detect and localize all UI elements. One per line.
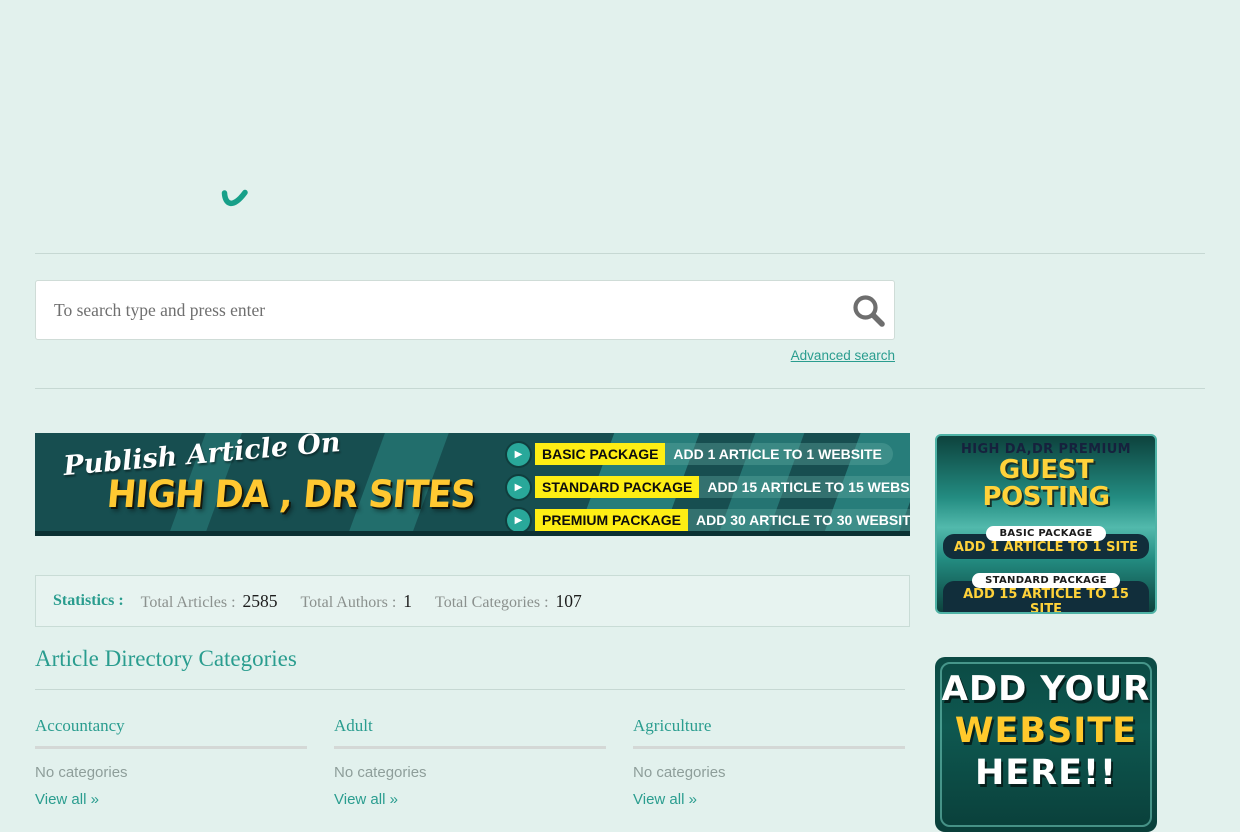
stat-value: 2585: [243, 591, 278, 611]
statistics-heading: Statistics :: [53, 592, 124, 610]
play-bullet-icon: ▶: [507, 443, 530, 466]
ad-package-group: BASIC PACKAGE ADD 1 ARTICLE TO 1 SITE: [937, 521, 1155, 559]
package-desc: ADD 1 ARTICLE TO 1 WEBSITE: [665, 443, 892, 465]
stat-value: 1: [403, 591, 412, 611]
category-empty-text: No categories: [633, 764, 905, 781]
magnifier-icon: [851, 317, 887, 332]
category-empty-text: No categories: [334, 764, 606, 781]
ad-package-group: STANDARD PACKAGE ADD 15 ARTICLE TO 15 SI…: [937, 568, 1155, 614]
ad-text-line: ADD YOUR: [935, 657, 1157, 710]
logo-swoosh-icon: [221, 188, 248, 219]
category-link[interactable]: Adult: [334, 716, 606, 736]
category-link[interactable]: Accountancy: [35, 716, 307, 736]
ad-package-tag: BASIC PACKAGE: [986, 526, 1105, 541]
statistics-bar: Statistics : Total Articles : 2585 Total …: [35, 575, 910, 627]
categories-section-title: Article Directory Categories: [35, 646, 297, 672]
category-column-agriculture: Agriculture No categories View all »: [633, 716, 905, 808]
guest-posting-sidebar-ad[interactable]: HIGH DA,DR PREMIUM GUEST POSTING BASIC P…: [935, 434, 1157, 614]
package-tag: PREMIUM PACKAGE: [535, 509, 688, 531]
banner-package-row: ▶ BASIC PACKAGE ADD 1 ARTICLE TO 1 WEBSI…: [507, 442, 910, 466]
stat-label: Total Categories :: [435, 594, 549, 611]
banner-package-row: ▶ STANDARD PACKAGE ADD 15 ARTICLE TO 15 …: [507, 475, 910, 499]
categories-divider: [35, 689, 905, 690]
stat-label: Total Articles :: [141, 594, 236, 611]
advanced-search-row: Advanced search: [35, 347, 895, 365]
stat-total-articles: Total Articles : 2585: [141, 591, 278, 612]
ad-headline-large: GUEST POSTING: [937, 457, 1155, 512]
category-underline: [633, 746, 905, 749]
search-bar: [35, 280, 895, 340]
page: { "colors": { "background": "#e2f1ed", "…: [0, 0, 1240, 800]
banner-title: HIGH DA , DR SITES: [105, 473, 477, 516]
banner-package-list: ▶ BASIC PACKAGE ADD 1 ARTICLE TO 1 WEBSI…: [507, 442, 910, 532]
search-input[interactable]: [36, 281, 894, 339]
publish-article-banner-ad[interactable]: Publish Article On HIGH DA , DR SITES ▶ …: [35, 433, 910, 536]
play-bullet-icon: ▶: [507, 476, 530, 499]
package-desc: ADD 30 ARTICLE TO 30 WEBSITES: [688, 509, 910, 531]
banner-package-row: ▶ PREMIUM PACKAGE ADD 30 ARTICLE TO 30 W…: [507, 508, 910, 532]
advanced-search-link[interactable]: Advanced search: [791, 348, 895, 363]
play-bullet-icon: ▶: [507, 509, 530, 532]
stat-total-authors: Total Authors : 1: [301, 591, 413, 612]
stat-value: 107: [556, 591, 582, 611]
category-column-adult: Adult No categories View all »: [334, 716, 606, 808]
category-column-accountancy: Accountancy No categories View all »: [35, 716, 307, 808]
stat-total-categories: Total Categories : 107: [435, 591, 582, 612]
package-desc: ADD 15 ARTICLE TO 15 WEBSITES: [699, 476, 910, 498]
category-empty-text: No categories: [35, 764, 307, 781]
package-tag: BASIC PACKAGE: [535, 443, 665, 465]
category-columns: Accountancy No categories View all » Adu…: [35, 716, 910, 808]
ad-text-line: HERE!!: [935, 752, 1157, 796]
search-section-divider: [35, 388, 1205, 389]
search-button[interactable]: [850, 293, 888, 331]
category-underline: [35, 746, 307, 749]
category-underline: [334, 746, 606, 749]
stat-label: Total Authors :: [301, 594, 397, 611]
header-divider: [35, 253, 1205, 254]
package-tag: STANDARD PACKAGE: [535, 476, 699, 498]
add-website-sidebar-ad[interactable]: ADD YOUR WEBSITE HERE!!: [935, 657, 1157, 832]
ad-text-line: WEBSITE: [935, 710, 1157, 752]
ad-package-tag: STANDARD PACKAGE: [972, 573, 1120, 588]
category-link[interactable]: Agriculture: [633, 716, 905, 736]
